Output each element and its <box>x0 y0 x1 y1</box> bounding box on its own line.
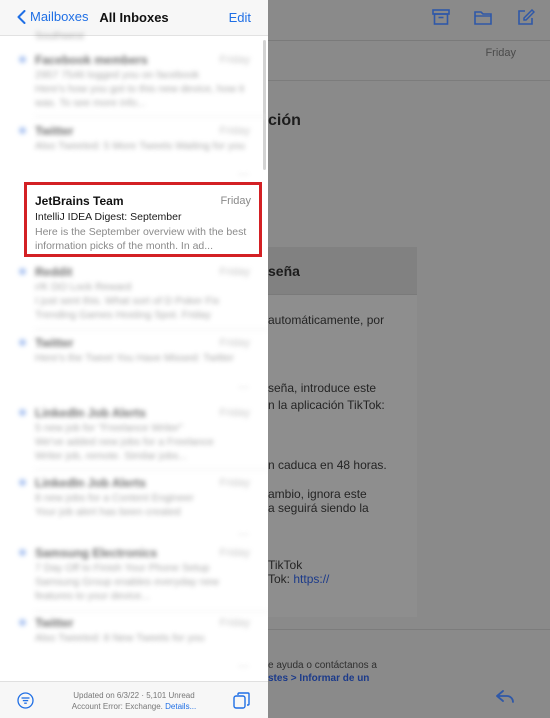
message-subject: 8 new jobs for a Content Engineer <box>35 492 194 504</box>
unread-dot <box>19 619 26 626</box>
mailbox-status: Updated on 6/3/22 · 5,101 Unread Account… <box>0 690 268 712</box>
message-preview: I just sent this. What sort of D Poker F… <box>35 295 220 307</box>
message-preview: Your job alert has been created <box>35 506 181 518</box>
compose-icon[interactable] <box>517 9 535 25</box>
unread-dot <box>19 409 26 416</box>
message-row[interactable]: LinkedIn Job Alerts Friday 5 new job for… <box>0 403 268 473</box>
message-date: Friday <box>219 337 250 349</box>
body-text: a seguirá siendo la <box>268 501 369 515</box>
message-subject: IntelliJ IDEA Digest: September <box>35 211 182 223</box>
message-sender: JetBrains Team <box>35 194 124 208</box>
message-preview: Samsung Group enables everyday new <box>35 576 219 588</box>
stacked-windows-icon[interactable] <box>233 692 250 709</box>
footer-link[interactable]: stes > Informar de un <box>268 673 369 684</box>
message-date: Friday <box>219 125 250 137</box>
more-icon: … <box>238 658 250 670</box>
details-link[interactable]: Details... <box>165 702 196 711</box>
archive-icon[interactable] <box>432 9 450 25</box>
more-icon: … <box>238 526 250 538</box>
unread-dot <box>19 268 26 275</box>
body-text: automáticamente, por <box>268 313 385 327</box>
status-updated: Updated on 6/3/22 · 5,101 Unread <box>73 691 195 700</box>
message-preview: We've added new jobs for a Freelance <box>35 436 214 448</box>
link-prefix: Tok: <box>268 572 291 586</box>
message-sender: Facebook members <box>35 53 148 67</box>
message-date: Friday <box>219 477 250 489</box>
more-icon: … <box>238 379 250 391</box>
message-date: Friday <box>219 266 250 278</box>
mailbox-list-panel: Mailboxes All Inboxes Edit Southwest Fac… <box>0 0 268 718</box>
message-row-highlighted[interactable]: JetBrains Team Friday IntelliJ IDEA Dige… <box>24 182 262 257</box>
message-subject: Here's the Tweet You Have Missed: Twitte… <box>35 352 234 364</box>
card-title: seña <box>268 263 300 279</box>
unread-dot <box>19 127 26 134</box>
message-row[interactable]: Facebook members Friday 2957 7546 logged… <box>0 50 268 120</box>
message-preview: Here's how you got to this new device, h… <box>35 83 245 95</box>
message-sender: Twitter <box>35 336 74 350</box>
status-error: Account Error: Exchange. <box>71 702 163 711</box>
body-text: n caduca en 48 horas. <box>268 458 387 472</box>
message-row[interactable]: Samsung Electronics Friday 7 Day Off to … <box>0 543 268 613</box>
folder-icon[interactable] <box>474 9 492 25</box>
unread-dot <box>19 339 26 346</box>
body-link[interactable]: https:// <box>293 572 329 586</box>
message-row[interactable]: Twitter Friday Here's the Tweet You Have… <box>0 333 268 401</box>
message-subject: 5 new job for "Freelance Writer" <box>35 422 183 434</box>
signature-text: TikTok <box>268 558 303 572</box>
message-preview: Here is the September overview with the … <box>35 226 247 252</box>
message-date: Friday <box>220 195 251 207</box>
message-detail-pane: Friday ción seña automáticamente, por se… <box>268 0 550 718</box>
message-date: Friday <box>219 617 250 629</box>
message-sender: Twitter <box>35 616 74 630</box>
unread-dot <box>19 56 26 63</box>
message-sender: Reddit <box>35 265 73 279</box>
message-subject: 2957 7546 logged you on facebook <box>35 69 200 81</box>
edit-button[interactable]: Edit <box>229 10 251 25</box>
body-text: ambio, ignora este <box>268 487 367 501</box>
message-sender: Twitter <box>35 124 74 138</box>
body-text: n la aplicación TikTok: <box>268 398 385 412</box>
message-preview: was. To see more info... <box>35 97 146 109</box>
message-subject: Also Tweeted: 8 New Tweets for you <box>35 632 205 644</box>
message-subject: r/K DO Lock Reward <box>35 281 132 293</box>
reply-icon[interactable] <box>495 688 515 704</box>
message-preview: features to your device... <box>35 590 150 602</box>
message-sender: LinkedIn Job Alerts <box>35 476 146 490</box>
unread-dot <box>19 549 26 556</box>
message-preview: Trending Games Hosting Spot. Friday <box>35 309 211 321</box>
message-row[interactable]: Twitter Friday Also Tweeted: 5 More Twee… <box>0 121 268 178</box>
message-preview-fragment: Southwest <box>35 30 85 42</box>
message-sender: Samsung Electronics <box>35 546 158 560</box>
message-sender: LinkedIn Job Alerts <box>35 406 146 420</box>
message-date: Friday <box>219 407 250 419</box>
more-icon: … <box>238 166 250 178</box>
footer-text: e ayuda o contáctanos a <box>268 660 377 671</box>
message-preview: Writer job, remote. Similar jobs... <box>35 450 188 462</box>
body-text: seña, introduce este <box>268 381 377 395</box>
message-subject: Also Tweeted: 5 More Tweets Waiting for … <box>35 140 245 152</box>
message-subject: ción <box>268 112 301 129</box>
unread-dot <box>19 479 26 486</box>
list-bottom-toolbar: Updated on 6/3/22 · 5,101 Unread Account… <box>0 681 268 718</box>
message-date: Friday <box>485 47 516 59</box>
message-row[interactable]: Twitter Friday Also Tweeted: 8 New Tweet… <box>0 613 268 677</box>
message-date: Friday <box>219 547 250 559</box>
message-row[interactable]: Reddit Friday r/K DO Lock Reward I just … <box>0 262 268 332</box>
message-subject: 7 Day Off to Finish Your Phone Setup <box>35 562 210 574</box>
message-row[interactable]: LinkedIn Job Alerts Friday 8 new jobs fo… <box>0 473 268 543</box>
message-date: Friday <box>219 54 250 66</box>
